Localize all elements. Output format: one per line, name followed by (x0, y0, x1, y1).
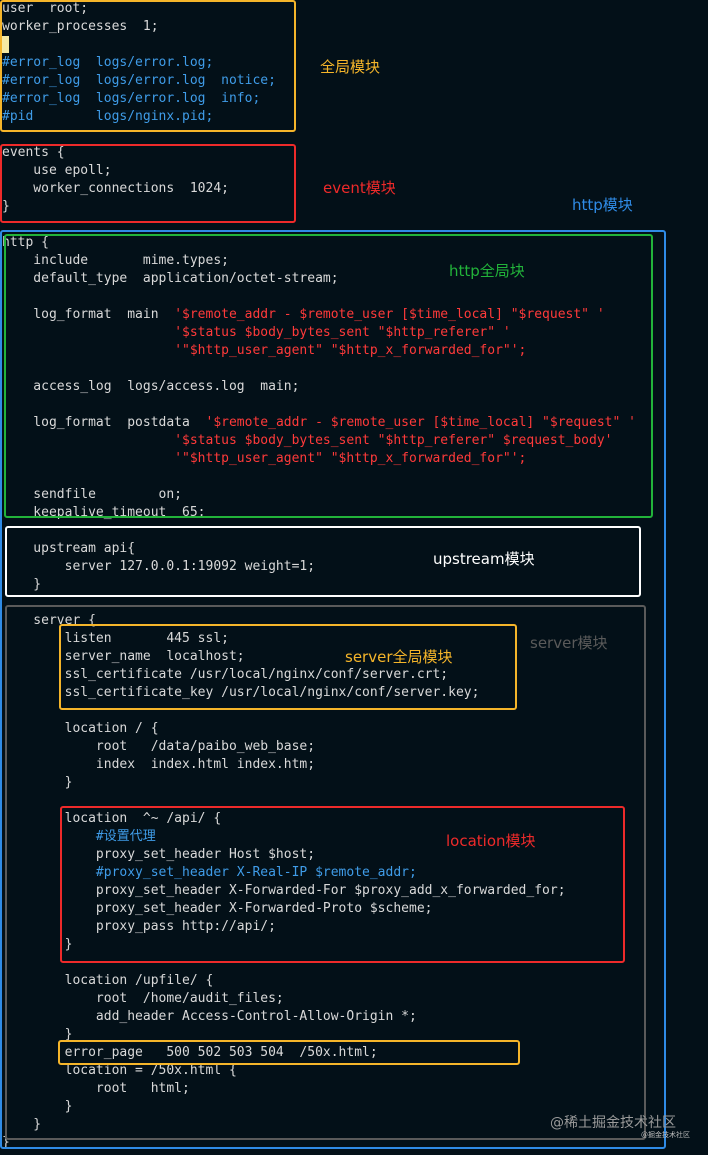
location-module-box (60, 806, 625, 963)
event-module-box (0, 144, 296, 223)
server-global-module-label: server全局模块 (345, 648, 453, 666)
server-module-label: server模块 (530, 634, 608, 652)
server-global-module-box (59, 624, 517, 710)
watermark: @稀土掘金技术社区 (550, 1115, 676, 1131)
watermark-small: @掘金技术社区 (641, 1131, 690, 1139)
http-global-block-box (4, 234, 653, 518)
event-module-label: event模块 (323, 179, 396, 197)
http-module-label: http模块 (572, 196, 633, 214)
error-page-box (58, 1040, 520, 1065)
http-global-block-label: http全局块 (449, 262, 525, 280)
location-module-label: location模块 (446, 832, 536, 850)
upstream-module-box (5, 526, 641, 597)
global-module-box (0, 0, 296, 132)
upstream-module-label: upstream模块 (433, 550, 535, 568)
global-module-label: 全局模块 (320, 58, 381, 76)
